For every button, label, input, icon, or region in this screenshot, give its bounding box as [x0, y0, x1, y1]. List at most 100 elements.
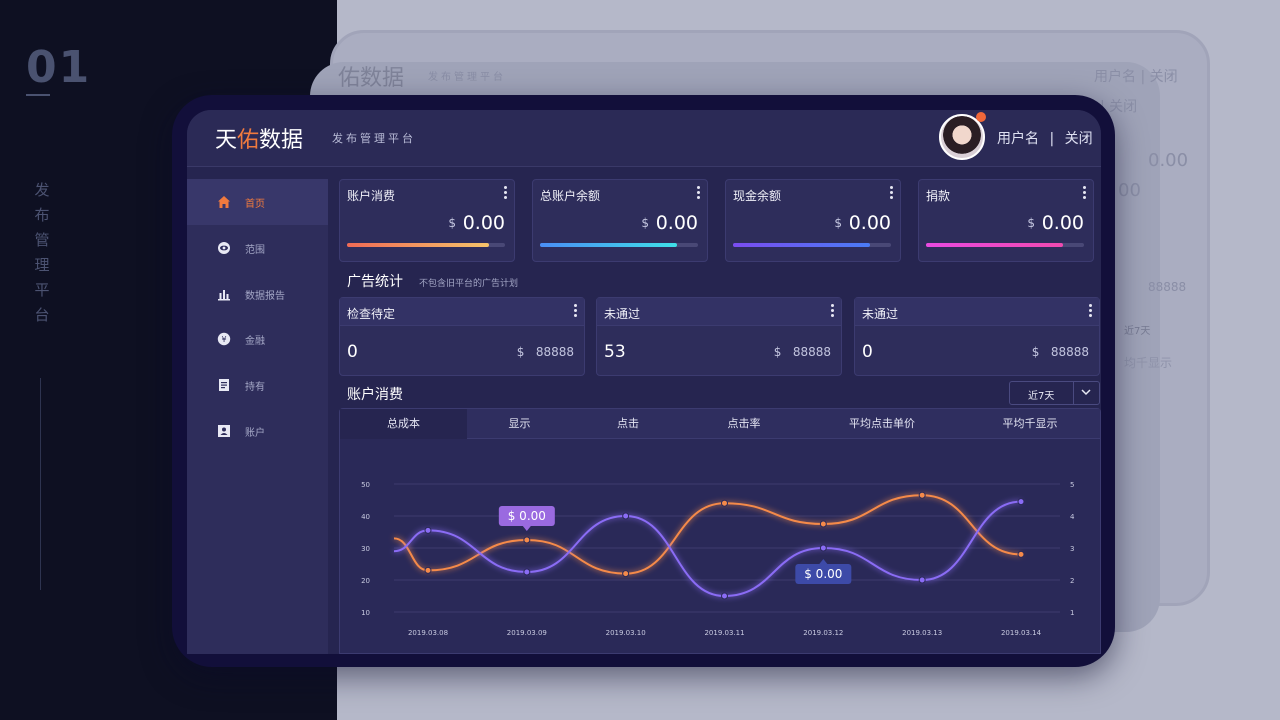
- tab-avg-cpc[interactable]: 平均点击单价: [804, 409, 960, 439]
- stat-title: 未通过: [604, 307, 641, 321]
- stat-value: 53: [604, 342, 626, 362]
- stat-value: 0: [862, 342, 873, 362]
- y-left-tick-label: 10: [361, 609, 370, 617]
- sidebar: 首页 范围 数据报告 ¥ 金融 持有 账户: [187, 179, 328, 654]
- sidebar-item-range[interactable]: 范围: [187, 225, 328, 271]
- y-left-tick-label: 50: [361, 481, 370, 489]
- sidebar-item-label: 持有: [245, 381, 265, 393]
- x-tick-label: 2019.03.09: [507, 629, 547, 637]
- eye-icon: [216, 241, 231, 256]
- card-currency: $: [834, 216, 842, 230]
- sidebar-item-label: 范围: [245, 244, 265, 256]
- sidebar-item-label: 数据报告: [245, 290, 285, 302]
- y-right-tick-label: 2: [1070, 577, 1074, 585]
- brand-accent: 佑: [237, 128, 260, 153]
- ghost-user: 用户名 | 关闭: [1094, 69, 1178, 85]
- ad-stat-card: 未通过 53 $ 88888: [596, 297, 842, 376]
- sidebar-item-finance[interactable]: ¥ 金融: [187, 316, 328, 362]
- user-card-icon: [216, 424, 231, 439]
- close-link[interactable]: 关闭: [1065, 131, 1093, 147]
- sidebar-item-reports[interactable]: 数据报告: [187, 271, 328, 317]
- progress-bar-fill: [733, 243, 871, 247]
- data-point: [622, 512, 630, 520]
- stat-total-value: 88888: [535, 345, 574, 359]
- ghost-brand: 佑数据: [338, 66, 405, 91]
- ad-stats-subtitle: 不包含旧平台的广告计划: [419, 279, 519, 289]
- more-icon[interactable]: [831, 304, 835, 317]
- tab-ctr[interactable]: 点击率: [684, 409, 804, 439]
- date-range-select[interactable]: 近7天: [1009, 381, 1100, 405]
- ghost-amount-2: 00: [1118, 180, 1141, 201]
- sidebar-item-label: 金融: [245, 335, 265, 347]
- metric-tabs: 总成本 显示 点击 点击率 平均点击单价 平均千显示: [340, 409, 1100, 439]
- stat-total: $ 88888: [1032, 345, 1089, 359]
- username-link[interactable]: 用户名: [997, 131, 1039, 147]
- card-amount: 0.00: [655, 212, 698, 234]
- date-range-value: 近7天: [1028, 391, 1055, 402]
- data-point: [918, 576, 926, 584]
- more-icon[interactable]: [574, 304, 578, 317]
- y-right-tick-label: 1: [1070, 609, 1074, 617]
- y-left-tick-label: 30: [361, 545, 370, 553]
- card-currency: $: [641, 216, 649, 230]
- stat-currency: $: [773, 345, 782, 359]
- notification-dot: [976, 112, 986, 122]
- summary-card: 账户消费 $ 0.00: [339, 179, 515, 262]
- vertical-title-char: 理: [34, 256, 50, 274]
- y-right-tick-label: 5: [1070, 481, 1074, 489]
- data-point: [1017, 498, 1025, 506]
- more-icon[interactable]: [1089, 304, 1093, 317]
- more-icon[interactable]: [504, 186, 508, 199]
- consumption-chart-card: 总成本 显示 点击 点击率 平均点击单价 平均千显示 50 40 30 20 10 5 4 3…: [339, 408, 1101, 654]
- ad-stat-card: 检查待定 0 $ 88888: [339, 297, 585, 376]
- stat-total-value: 88888: [1050, 345, 1089, 359]
- more-icon[interactable]: [1083, 186, 1087, 199]
- sidebar-item-home[interactable]: 首页: [187, 179, 328, 225]
- line-chart: 50 40 30 20 10 5 4 3 2 1 2019.03.08 2019.03.09 2019.…: [361, 481, 1075, 637]
- stat-total: $ 88888: [774, 345, 831, 359]
- card-title: 总账户余额: [540, 189, 601, 203]
- data-point: [523, 536, 531, 544]
- chevron-down-icon: [1080, 387, 1092, 400]
- tab-avg-cpm[interactable]: 平均千显示: [960, 409, 1100, 439]
- stat-title: 未通过: [862, 307, 899, 321]
- vertical-title-char: 布: [34, 206, 50, 224]
- y-left-tick-label: 40: [361, 513, 370, 521]
- sidebar-item-holdings[interactable]: 持有: [187, 362, 328, 408]
- tooltip-label: $ 0.00: [508, 509, 546, 523]
- x-tick-label: 2019.03.11: [704, 629, 744, 637]
- sidebar-item-account[interactable]: 账户: [187, 408, 328, 454]
- user-area: 用户名 | 关闭: [997, 128, 1099, 148]
- tab-clicks[interactable]: 点击: [572, 409, 684, 439]
- yen-icon: ¥: [216, 332, 231, 347]
- app-screen: 天佑数据 发布管理平台 用户名 | 关闭 首页 范围 数据报告 ¥ 金融 持有: [187, 110, 1101, 654]
- data-point: [721, 499, 728, 507]
- progress-bar-fill: [347, 243, 490, 247]
- brand-subtitle: 发布管理平台: [332, 132, 416, 145]
- summary-card: 捐款 $ 0.00: [918, 179, 1094, 262]
- ghost-range: 近7天: [1124, 326, 1151, 337]
- data-point: [523, 568, 531, 576]
- more-icon[interactable]: [697, 186, 701, 199]
- progress-bar: [733, 243, 891, 247]
- progress-bar: [926, 243, 1084, 247]
- progress-bar: [347, 243, 505, 247]
- card-currency: $: [1027, 216, 1035, 230]
- tab-impressions[interactable]: 显示: [467, 409, 572, 439]
- tab-total-cost[interactable]: 总成本: [340, 409, 467, 439]
- brand-logo: 天佑数据: [215, 122, 303, 154]
- x-tick-label: 2019.03.14: [1001, 629, 1042, 637]
- card-title: 现金余额: [733, 189, 782, 203]
- data-point: [721, 592, 728, 600]
- more-icon[interactable]: [890, 186, 894, 199]
- progress-bar-fill: [540, 243, 678, 247]
- tooltip-pointer: [819, 559, 828, 564]
- summary-card: 总账户余额 $ 0.00: [532, 179, 708, 262]
- card-amount: 0.00: [1041, 212, 1084, 234]
- tooltip-label: $ 0.00: [804, 567, 842, 581]
- slide-number-underline: [26, 94, 50, 96]
- sidebar-item-label: 首页: [245, 198, 265, 210]
- app-header: 天佑数据 发布管理平台 用户名 | 关闭: [187, 110, 1101, 167]
- x-tick-label: 2019.03.13: [902, 629, 942, 637]
- stat-title: 检查待定: [347, 307, 396, 321]
